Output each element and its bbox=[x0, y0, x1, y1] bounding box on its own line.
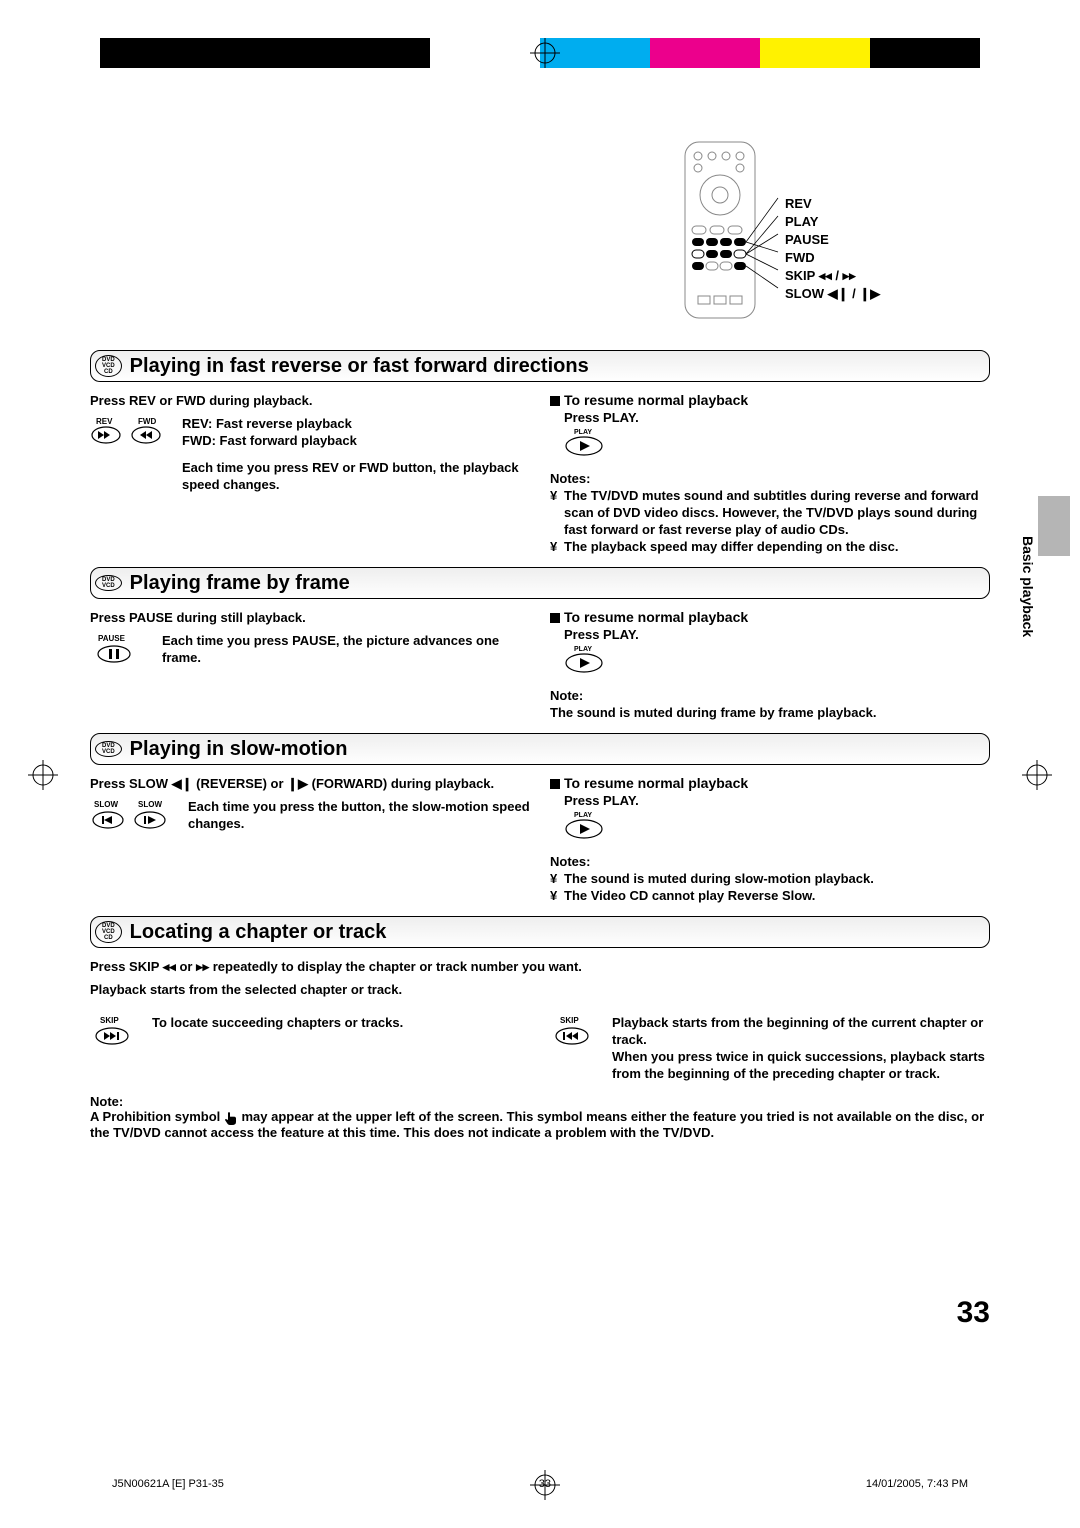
text: Press REV or FWD during playback. bbox=[90, 392, 530, 409]
pause-button-icon: PAUSE bbox=[90, 632, 150, 670]
text: Press SKIP ◂◂ or ▸▸ repeatedly to displa… bbox=[90, 958, 990, 975]
btn-label-rev: REV bbox=[96, 417, 113, 426]
text: To resume normal playback bbox=[564, 392, 748, 408]
section-head-fast: DVDVCDCD Playing in fast reverse or fast… bbox=[90, 350, 990, 382]
note-text: The TV/DVD mutes sound and subtitles dur… bbox=[564, 487, 990, 538]
text: To resume normal playback bbox=[564, 609, 748, 625]
square-bullet-icon bbox=[550, 779, 560, 789]
footer: J5N00621A [E] P31-35 33 14/01/2005, 7:43… bbox=[112, 1478, 968, 1490]
sec4-right: SKIP Playback starts from the beginning … bbox=[550, 1014, 990, 1082]
disc-badge: DVDVCDCD bbox=[95, 921, 122, 943]
square-bullet-icon bbox=[550, 396, 560, 406]
rev-fwd-button-icons: REV FWD bbox=[90, 415, 170, 493]
note-text: The playback speed may differ depending … bbox=[564, 538, 990, 555]
svg-text:SKIP: SKIP bbox=[100, 1016, 119, 1025]
note-text: The sound is muted during frame by frame… bbox=[550, 704, 990, 721]
skip-fwd-button-icon: SKIP bbox=[90, 1014, 140, 1082]
sec4-note: Note: A Prohibition symbol may appear at… bbox=[90, 1094, 990, 1140]
section-title: Playing in slow-motion bbox=[130, 738, 348, 761]
svg-text:PAUSE: PAUSE bbox=[98, 634, 126, 643]
disc-badge: DVDVCDCD bbox=[95, 355, 122, 377]
btn-label-fwd: FWD bbox=[138, 417, 156, 426]
section-title: Playing in fast reverse or fast forward … bbox=[130, 355, 589, 378]
text: FWD: Fast forward playback bbox=[182, 432, 530, 449]
section-head-slow: DVDVCD Playing in slow-motion bbox=[90, 733, 990, 765]
side-section-label: Basic playback bbox=[1020, 536, 1036, 646]
remote-label-play: PLAY bbox=[785, 213, 880, 231]
page-number: 33 bbox=[957, 1296, 990, 1330]
text: Each time you press REV or FWD button, t… bbox=[182, 459, 530, 493]
remote-label-fwd: FWD bbox=[785, 249, 880, 267]
play-button-icon: PLAY bbox=[564, 809, 990, 845]
note-heading: Note: bbox=[550, 687, 990, 704]
square-bullet-icon bbox=[550, 613, 560, 623]
section-head-locate: DVDVCDCD Locating a chapter or track bbox=[90, 916, 990, 948]
sec2-right: To resume normal playback Press PLAY. PL… bbox=[550, 609, 990, 721]
remote-label-pause: PAUSE bbox=[785, 231, 880, 249]
svg-text:PLAY: PLAY bbox=[574, 646, 592, 653]
text: Each time you press PAUSE, the picture a… bbox=[162, 632, 530, 670]
remote-outline-icon bbox=[670, 140, 780, 320]
sec2-left: Press PAUSE during still playback. PAUSE… bbox=[90, 609, 530, 721]
remote-diagram: REV PLAY PAUSE FWD SKIP ◂◂ / ▸▸ SLOW ◀❙ … bbox=[670, 140, 1000, 320]
text: Press PAUSE during still playback. bbox=[90, 609, 530, 626]
notes-heading: Notes: bbox=[550, 470, 990, 487]
registration-mark-left bbox=[28, 760, 58, 790]
footer-doc-id: J5N00621A [E] P31-35 bbox=[112, 1478, 224, 1490]
side-gray-tab bbox=[1038, 496, 1070, 556]
slow-button-icons: SLOW SLOW bbox=[90, 798, 176, 836]
section-title: Playing frame by frame bbox=[130, 572, 350, 595]
sec1-left: Press REV or FWD during playback. REV FW… bbox=[90, 392, 530, 555]
text: Each time you press the button, the slow… bbox=[188, 798, 530, 836]
registration-mark-right bbox=[1022, 760, 1052, 790]
footer-page: 33 bbox=[539, 1478, 551, 1490]
sec3-right: To resume normal playback Press PLAY. PL… bbox=[550, 775, 990, 904]
svg-text:SLOW: SLOW bbox=[138, 800, 162, 809]
text: When you press twice in quick succession… bbox=[612, 1048, 990, 1082]
text: Playback starts from the selected chapte… bbox=[90, 981, 990, 998]
disc-badge: DVDVCD bbox=[95, 741, 122, 757]
notes-heading: Notes: bbox=[550, 853, 990, 870]
note-text: The sound is muted during slow-motion pl… bbox=[564, 870, 990, 887]
sec1-right: To resume normal playback Press PLAY. PL… bbox=[550, 392, 990, 555]
text: To locate succeeding chapters or tracks. bbox=[152, 1014, 403, 1082]
remote-label-rev: REV bbox=[785, 195, 880, 213]
text: Playback starts from the beginning of th… bbox=[612, 1014, 990, 1048]
text: To resume normal playback bbox=[564, 775, 748, 791]
print-color-bar bbox=[100, 38, 980, 68]
svg-text:SKIP: SKIP bbox=[560, 1016, 579, 1025]
svg-text:PLAY: PLAY bbox=[574, 812, 592, 819]
play-button-icon: PLAY bbox=[564, 643, 990, 679]
sec4-left: SKIP To locate succeeding chapters or tr… bbox=[90, 1014, 530, 1082]
remote-label-slow: SLOW ◀❙ / ❙▶ bbox=[785, 285, 880, 303]
disc-badge: DVDVCD bbox=[95, 575, 122, 591]
page: REV PLAY PAUSE FWD SKIP ◂◂ / ▸▸ SLOW ◀❙ … bbox=[0, 0, 1080, 1528]
text: Press SLOW ◀❙ (REVERSE) or ❙▶ (FORWARD) … bbox=[90, 775, 530, 792]
section-title: Locating a chapter or track bbox=[130, 921, 387, 944]
section-head-frame: DVDVCD Playing frame by frame bbox=[90, 567, 990, 599]
sec3-left: Press SLOW ◀❙ (REVERSE) or ❙▶ (FORWARD) … bbox=[90, 775, 530, 904]
remote-label-skip: SKIP ◂◂ / ▸▸ bbox=[785, 267, 880, 285]
note-text: The Video CD cannot play Reverse Slow. bbox=[564, 887, 990, 904]
prohibition-hand-icon bbox=[224, 1111, 238, 1125]
skip-back-button-icon: SKIP bbox=[550, 1014, 600, 1082]
play-button-icon: PLAY bbox=[564, 426, 990, 462]
text: REV: Fast reverse playback bbox=[182, 415, 530, 432]
svg-text:SLOW: SLOW bbox=[94, 800, 118, 809]
footer-timestamp: 14/01/2005, 7:43 PM bbox=[866, 1478, 968, 1490]
svg-text:PLAY: PLAY bbox=[574, 429, 592, 436]
